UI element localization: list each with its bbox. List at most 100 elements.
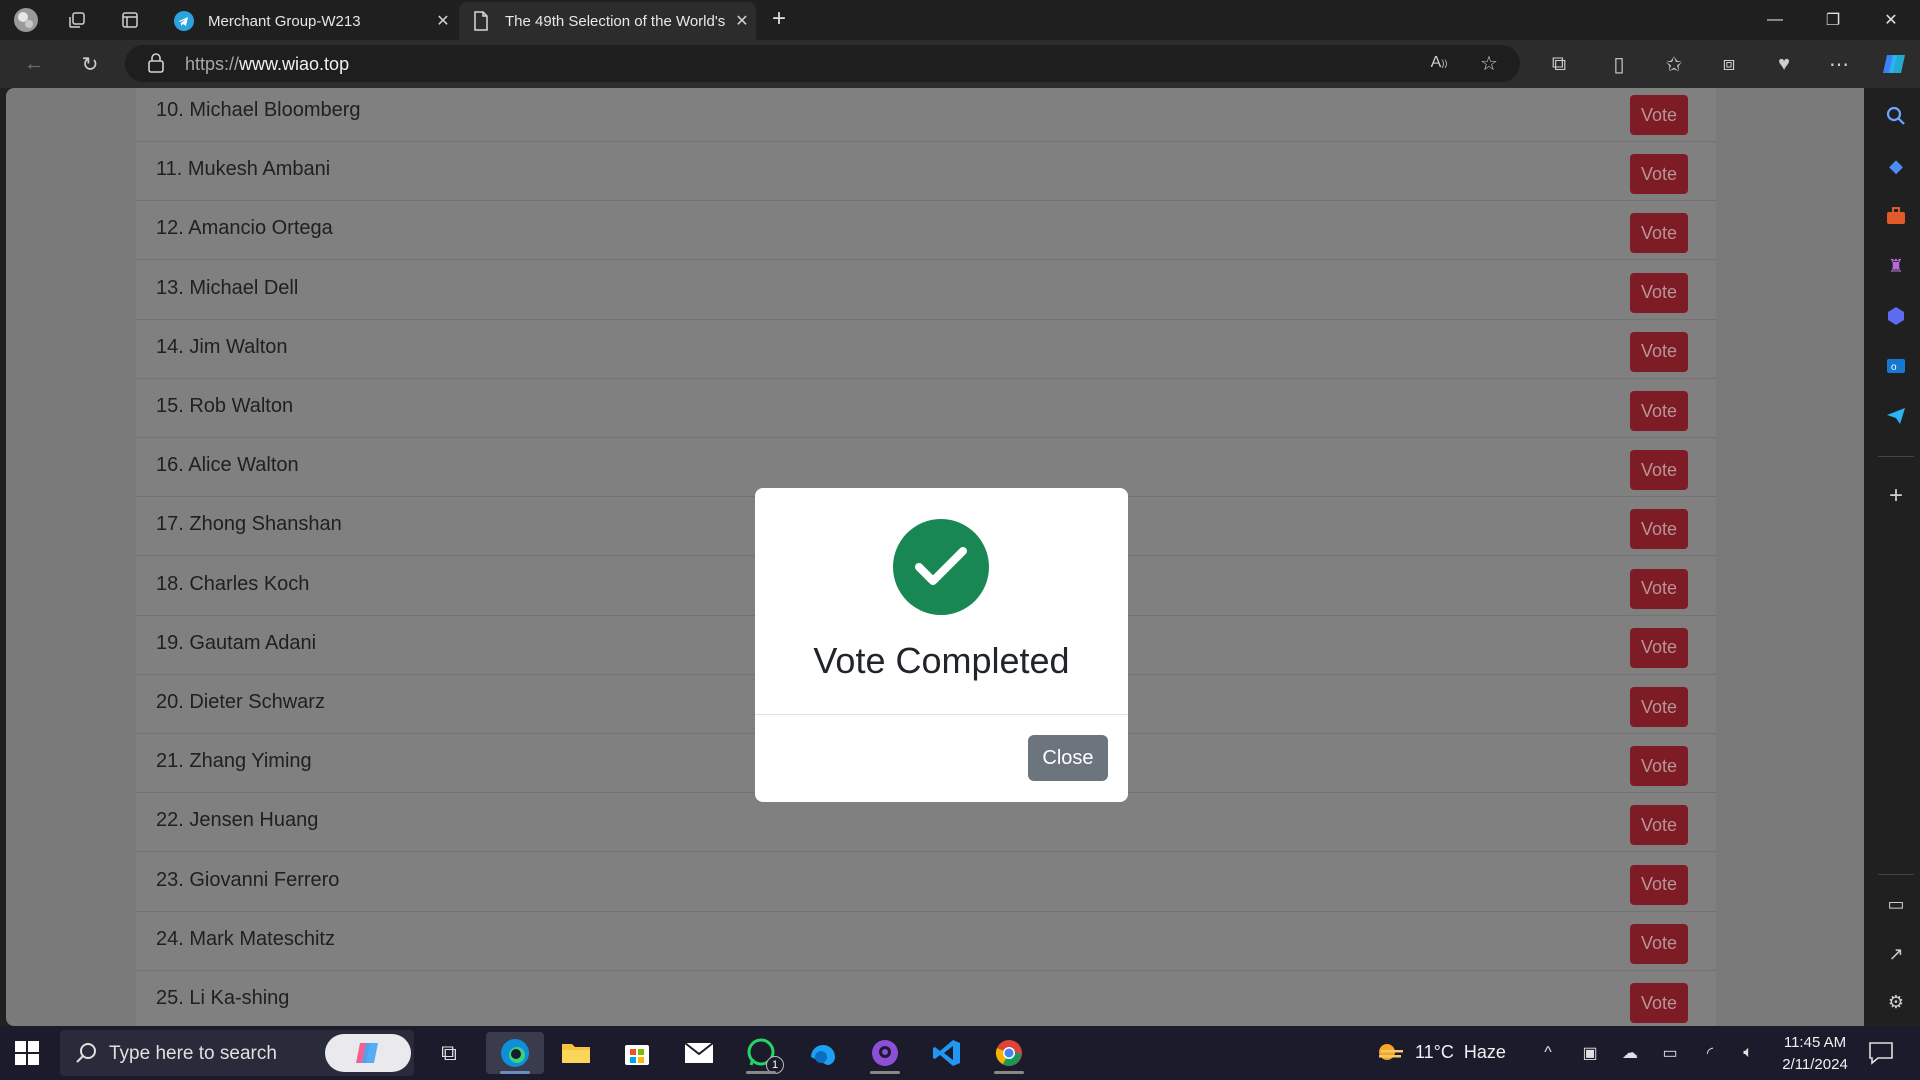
vote-button[interactable]: Vote xyxy=(1630,509,1688,550)
task-view-icon[interactable]: ⧉ xyxy=(428,1032,470,1074)
vote-button[interactable]: Vote xyxy=(1630,627,1688,668)
vote-button[interactable]: Vote xyxy=(1630,95,1688,135)
open-external-icon[interactable]: ↗ xyxy=(1882,940,1910,968)
copilot-icon[interactable] xyxy=(325,1034,411,1072)
lock-icon xyxy=(148,53,164,73)
vote-button[interactable]: Vote xyxy=(1630,391,1688,431)
add-icon[interactable]: + xyxy=(1882,482,1910,510)
vote-button[interactable]: Vote xyxy=(1630,983,1688,1023)
candidate-row: 23. Giovanni Ferrero Vote xyxy=(136,853,1716,912)
notification-center-icon[interactable] xyxy=(1868,1041,1894,1065)
refresh-icon[interactable]: ↻ xyxy=(76,50,104,78)
search-icon[interactable] xyxy=(1882,102,1910,130)
vote-button[interactable]: Vote xyxy=(1630,805,1688,846)
onedrive-icon[interactable]: ☁ xyxy=(1618,1041,1642,1065)
vote-button[interactable]: Vote xyxy=(1630,746,1688,787)
vote-button[interactable]: Vote xyxy=(1630,687,1688,727)
page-viewport: 10. Michael Bloomberg Vote 11. Mukesh Amba… xyxy=(6,88,1864,1026)
sidebar-toggle-icon[interactable]: ▭ xyxy=(1882,890,1910,918)
system-clock[interactable]: 11:45 AM 2/11/2024 xyxy=(1770,1032,1860,1076)
mail-icon[interactable] xyxy=(678,1032,720,1074)
close-tab-icon[interactable]: ✕ xyxy=(728,11,756,31)
games-icon[interactable]: ♜ xyxy=(1882,252,1910,280)
favorite-star-icon[interactable]: ☆ xyxy=(1475,49,1503,77)
microsoft-store-icon[interactable] xyxy=(616,1032,658,1074)
battery-icon[interactable]: ▭ xyxy=(1658,1041,1682,1065)
back-icon[interactable]: ← xyxy=(20,50,48,78)
dialog-title: Vote Completed xyxy=(813,640,1070,681)
close-button[interactable]: Close xyxy=(1028,735,1108,781)
new-tab-button[interactable]: + xyxy=(765,6,793,34)
candidate-name: 14. Jim Walton xyxy=(156,335,288,358)
meet-now-icon[interactable]: ▣ xyxy=(1578,1041,1602,1065)
weather-widget[interactable]: 11°C Haze xyxy=(1375,1040,1506,1064)
tab-49th-selection[interactable]: The 49th Selection of the World's ✕ xyxy=(459,2,756,40)
extensions-icon[interactable]: ⧉ xyxy=(1545,50,1573,78)
send-icon[interactable] xyxy=(1882,402,1910,430)
browser-tab-bar: Merchant Group-W213 ✕ The 49th Selection… xyxy=(0,0,1920,40)
candidate-row: 12. Amancio Ortega Vote xyxy=(136,201,1716,261)
candidate-name: 24. Mark Mateschitz xyxy=(156,927,335,950)
edge-taskbar-icon[interactable] xyxy=(486,1032,544,1074)
vote-button[interactable]: Vote xyxy=(1630,450,1688,491)
chrome-icon[interactable] xyxy=(988,1032,1030,1074)
show-hidden-icons-icon[interactable]: ^ xyxy=(1536,1041,1560,1065)
candidate-name: 20. Dieter Schwarz xyxy=(156,691,325,713)
weather-text: 11°C Haze xyxy=(1415,1041,1506,1062)
collections-icon[interactable]: ⧈ xyxy=(1715,50,1743,78)
restore-button[interactable]: ❐ xyxy=(1804,0,1862,40)
tab-merchant-group[interactable]: Merchant Group-W213 ✕ xyxy=(162,2,457,40)
vote-button[interactable]: Vote xyxy=(1630,923,1688,964)
page-icon xyxy=(471,11,491,31)
candidate-row: 25. Li Ka-shing Vote xyxy=(136,971,1716,1026)
wifi-icon[interactable]: ◜ xyxy=(1698,1041,1722,1065)
favorites-icon[interactable]: ✩ xyxy=(1660,50,1688,78)
candidate-name: 13. Michael Dell xyxy=(156,276,299,299)
browser-essentials-icon[interactable]: ♥ xyxy=(1770,50,1798,78)
copilot-icon[interactable] xyxy=(1880,50,1908,78)
vote-button[interactable]: Vote xyxy=(1630,213,1688,254)
taskbar-search[interactable]: Type here to search xyxy=(60,1030,414,1076)
workspaces-icon[interactable] xyxy=(63,6,91,34)
read-aloud-icon[interactable]: A)) xyxy=(1425,49,1453,77)
vote-button[interactable]: Vote xyxy=(1630,331,1688,372)
active-indicator xyxy=(870,1071,900,1074)
candidate-name: 25. Li Ka-shing xyxy=(156,987,290,1009)
microsoft-365-icon[interactable] xyxy=(1882,302,1910,330)
profile-avatar-icon[interactable] xyxy=(12,6,40,34)
more-options-icon[interactable]: ⋯ xyxy=(1825,50,1853,78)
active-indicator xyxy=(746,1071,776,1074)
volume-icon[interactable]: 🔈︎ xyxy=(1736,1041,1760,1065)
outlook-icon[interactable]: o xyxy=(1882,352,1910,380)
vscode-icon[interactable] xyxy=(926,1032,968,1074)
edge-beta-icon[interactable] xyxy=(802,1032,844,1074)
vote-button[interactable]: Vote xyxy=(1630,568,1688,609)
windows-start-icon[interactable] xyxy=(14,1040,40,1066)
candidate-name: 22. Jensen Huang xyxy=(156,809,319,832)
whatsapp-icon[interactable]: 1 xyxy=(740,1032,784,1074)
active-indicator xyxy=(994,1071,1024,1074)
tab-title: Merchant Group-W213 xyxy=(208,12,361,30)
shopping-tag-icon[interactable]: ◆ xyxy=(1882,152,1910,180)
close-tab-icon[interactable]: ✕ xyxy=(429,11,457,31)
candidate-name: 10. Michael Bloomberg xyxy=(156,99,361,121)
time-text: 11:45 AM xyxy=(1783,1034,1847,1051)
haze-sun-icon xyxy=(1379,1044,1403,1060)
file-explorer-icon[interactable] xyxy=(555,1032,597,1074)
vertical-tabs-icon[interactable] xyxy=(116,6,144,34)
date-text: 2/11/2024 xyxy=(1782,1056,1848,1073)
vote-button[interactable]: Vote xyxy=(1630,154,1688,195)
settings-gear-icon[interactable]: ⚙ xyxy=(1882,988,1910,1016)
vote-button[interactable]: Vote xyxy=(1630,864,1688,905)
tools-icon[interactable] xyxy=(1882,202,1910,230)
minimize-button[interactable]: — xyxy=(1746,0,1804,40)
address-bar[interactable]: https://www.wiao.top A)) ☆ xyxy=(125,45,1520,82)
github-desktop-icon[interactable] xyxy=(864,1032,906,1074)
candidate-name: 11. Mukesh Ambani xyxy=(156,158,331,181)
candidate-row: 11. Mukesh Ambani Vote xyxy=(136,142,1716,202)
split-screen-icon[interactable]: ▯ xyxy=(1605,50,1633,78)
vote-button[interactable]: Vote xyxy=(1630,272,1688,313)
url-text: https://www.wiao.top xyxy=(185,54,350,74)
close-window-button[interactable]: ✕ xyxy=(1862,0,1920,40)
candidate-row: 24. Mark Mateschitz Vote xyxy=(136,912,1716,971)
